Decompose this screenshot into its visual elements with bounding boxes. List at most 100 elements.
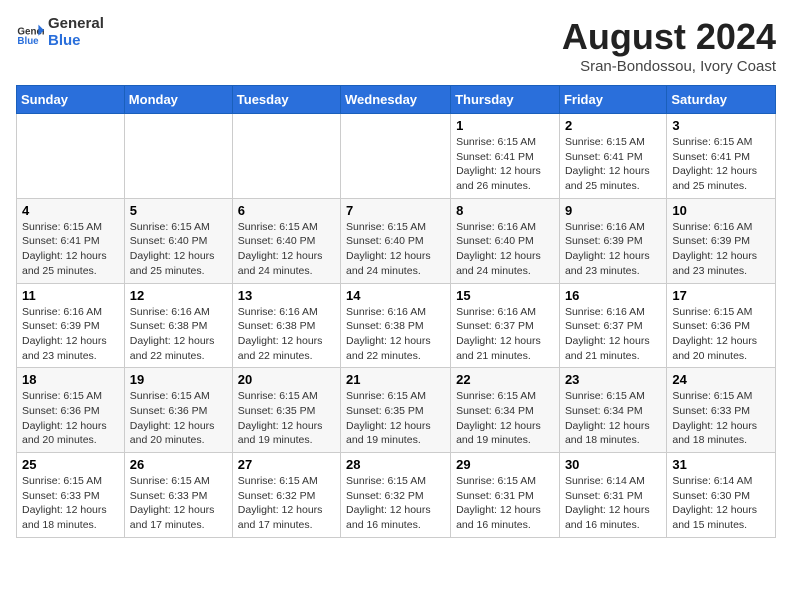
day-cell: 23 Sunrise: 6:15 AM Sunset: 6:34 PM Dayli…: [559, 368, 666, 453]
day-info: Sunrise: 6:15 AM Sunset: 6:36 PM Dayligh…: [22, 389, 119, 448]
header-row: SundayMondayTuesdayWednesdayThursdayFrid…: [17, 86, 776, 114]
day-number: 19: [130, 372, 227, 387]
logo: General Blue General Blue: [16, 16, 104, 49]
day-cell: 25 Sunrise: 6:15 AM Sunset: 6:33 PM Dayli…: [17, 453, 125, 538]
day-info: Sunrise: 6:15 AM Sunset: 6:33 PM Dayligh…: [22, 474, 119, 533]
day-cell: 2 Sunrise: 6:15 AM Sunset: 6:41 PM Daylig…: [559, 114, 666, 199]
day-number: 9: [565, 203, 661, 218]
day-info: Sunrise: 6:15 AM Sunset: 6:34 PM Dayligh…: [565, 389, 661, 448]
day-info: Sunrise: 6:16 AM Sunset: 6:40 PM Dayligh…: [456, 220, 554, 279]
logo-icon: General Blue: [16, 19, 44, 47]
day-info: Sunrise: 6:15 AM Sunset: 6:41 PM Dayligh…: [672, 135, 770, 194]
day-number: 6: [238, 203, 335, 218]
day-number: 29: [456, 457, 554, 472]
day-number: 20: [238, 372, 335, 387]
day-number: 22: [456, 372, 554, 387]
day-info: Sunrise: 6:15 AM Sunset: 6:35 PM Dayligh…: [346, 389, 445, 448]
day-number: 13: [238, 288, 335, 303]
day-cell: 5Sunrise: 6:15 AM Sunset: 6:40 PM Daylig…: [124, 198, 232, 283]
day-info: Sunrise: 6:16 AM Sunset: 6:38 PM Dayligh…: [346, 305, 445, 364]
day-cell: 6 Sunrise: 6:15 AM Sunset: 6:40 PM Daylig…: [232, 198, 340, 283]
logo-blue-text: Blue: [48, 33, 104, 50]
week-row-2: 11 Sunrise: 6:16 AM Sunset: 6:39 PM Dayli…: [17, 283, 776, 368]
day-cell: 4Sunrise: 6:15 AM Sunset: 6:41 PM Daylig…: [17, 198, 125, 283]
header-monday: Monday: [124, 86, 232, 114]
day-info: Sunrise: 6:15 AM Sunset: 6:36 PM Dayligh…: [672, 305, 770, 364]
header-sunday: Sunday: [17, 86, 125, 114]
day-cell: 15 Sunrise: 6:16 AM Sunset: 6:37 PM Dayli…: [451, 283, 560, 368]
header-friday: Friday: [559, 86, 666, 114]
day-number: 23: [565, 372, 661, 387]
day-cell: 22 Sunrise: 6:15 AM Sunset: 6:34 PM Dayli…: [451, 368, 560, 453]
day-info: Sunrise: 6:15 AM Sunset: 6:31 PM Dayligh…: [456, 474, 554, 533]
day-cell: 9 Sunrise: 6:16 AM Sunset: 6:39 PM Daylig…: [559, 198, 666, 283]
day-number: 2: [565, 118, 661, 133]
day-number: 10: [672, 203, 770, 218]
title-block: August 2024 Sran-Bondossou, Ivory Coast: [562, 16, 776, 75]
logo-general-text: General: [48, 16, 104, 33]
day-number: 3: [672, 118, 770, 133]
day-info: Sunrise: 6:15 AM Sunset: 6:41 PM Dayligh…: [565, 135, 661, 194]
header-wednesday: Wednesday: [341, 86, 451, 114]
day-info: Sunrise: 6:15 AM Sunset: 6:36 PM Dayligh…: [130, 389, 227, 448]
week-row-4: 25 Sunrise: 6:15 AM Sunset: 6:33 PM Dayli…: [17, 453, 776, 538]
day-info: Sunrise: 6:15 AM Sunset: 6:33 PM Dayligh…: [672, 389, 770, 448]
header-tuesday: Tuesday: [232, 86, 340, 114]
day-info: Sunrise: 6:16 AM Sunset: 6:37 PM Dayligh…: [456, 305, 554, 364]
day-cell: 11 Sunrise: 6:16 AM Sunset: 6:39 PM Dayli…: [17, 283, 125, 368]
day-number: 31: [672, 457, 770, 472]
day-number: 26: [130, 457, 227, 472]
day-info: Sunrise: 6:15 AM Sunset: 6:35 PM Dayligh…: [238, 389, 335, 448]
day-number: 7: [346, 203, 445, 218]
day-info: Sunrise: 6:16 AM Sunset: 6:39 PM Dayligh…: [565, 220, 661, 279]
day-number: 17: [672, 288, 770, 303]
day-number: 28: [346, 457, 445, 472]
day-cell: 10Sunrise: 6:16 AM Sunset: 6:39 PM Dayli…: [667, 198, 776, 283]
day-cell: 17 Sunrise: 6:15 AM Sunset: 6:36 PM Dayli…: [667, 283, 776, 368]
day-info: Sunrise: 6:15 AM Sunset: 6:40 PM Dayligh…: [130, 220, 227, 279]
day-cell: 24 Sunrise: 6:15 AM Sunset: 6:33 PM Dayli…: [667, 368, 776, 453]
day-cell: 12Sunrise: 6:16 AM Sunset: 6:38 PM Dayli…: [124, 283, 232, 368]
day-number: 30: [565, 457, 661, 472]
day-info: Sunrise: 6:15 AM Sunset: 6:32 PM Dayligh…: [238, 474, 335, 533]
day-cell: 1Sunrise: 6:15 AM Sunset: 6:41 PM Daylig…: [451, 114, 560, 199]
day-info: Sunrise: 6:16 AM Sunset: 6:39 PM Dayligh…: [22, 305, 119, 364]
location: Sran-Bondossou, Ivory Coast: [562, 58, 776, 75]
day-cell: [232, 114, 340, 199]
day-cell: [17, 114, 125, 199]
day-cell: [341, 114, 451, 199]
day-number: 24: [672, 372, 770, 387]
day-cell: 26 Sunrise: 6:15 AM Sunset: 6:33 PM Dayli…: [124, 453, 232, 538]
day-info: Sunrise: 6:15 AM Sunset: 6:33 PM Dayligh…: [130, 474, 227, 533]
day-number: 27: [238, 457, 335, 472]
day-info: Sunrise: 6:15 AM Sunset: 6:40 PM Dayligh…: [238, 220, 335, 279]
day-info: Sunrise: 6:15 AM Sunset: 6:41 PM Dayligh…: [456, 135, 554, 194]
calendar-table: SundayMondayTuesdayWednesdayThursdayFrid…: [16, 85, 776, 538]
month-year: August 2024: [562, 16, 776, 58]
day-cell: 13Sunrise: 6:16 AM Sunset: 6:38 PM Dayli…: [232, 283, 340, 368]
day-cell: 27 Sunrise: 6:15 AM Sunset: 6:32 PM Dayli…: [232, 453, 340, 538]
day-number: 25: [22, 457, 119, 472]
day-cell: 18Sunrise: 6:15 AM Sunset: 6:36 PM Dayli…: [17, 368, 125, 453]
day-info: Sunrise: 6:15 AM Sunset: 6:34 PM Dayligh…: [456, 389, 554, 448]
day-info: Sunrise: 6:15 AM Sunset: 6:41 PM Dayligh…: [22, 220, 119, 279]
week-row-1: 4Sunrise: 6:15 AM Sunset: 6:41 PM Daylig…: [17, 198, 776, 283]
day-cell: 14Sunrise: 6:16 AM Sunset: 6:38 PM Dayli…: [341, 283, 451, 368]
day-cell: 29 Sunrise: 6:15 AM Sunset: 6:31 PM Dayli…: [451, 453, 560, 538]
day-cell: 20 Sunrise: 6:15 AM Sunset: 6:35 PM Dayli…: [232, 368, 340, 453]
day-cell: 19 Sunrise: 6:15 AM Sunset: 6:36 PM Dayli…: [124, 368, 232, 453]
day-number: 12: [130, 288, 227, 303]
calendar-header: SundayMondayTuesdayWednesdayThursdayFrid…: [17, 86, 776, 114]
day-info: Sunrise: 6:16 AM Sunset: 6:37 PM Dayligh…: [565, 305, 661, 364]
day-cell: 8 Sunrise: 6:16 AM Sunset: 6:40 PM Daylig…: [451, 198, 560, 283]
day-number: 11: [22, 288, 119, 303]
day-cell: 31Sunrise: 6:14 AM Sunset: 6:30 PM Dayli…: [667, 453, 776, 538]
header: General Blue General Blue August 2024 Sr…: [16, 16, 776, 75]
day-info: Sunrise: 6:14 AM Sunset: 6:31 PM Dayligh…: [565, 474, 661, 533]
day-number: 8: [456, 203, 554, 218]
day-number: 15: [456, 288, 554, 303]
day-cell: [124, 114, 232, 199]
svg-text:Blue: Blue: [17, 36, 39, 47]
day-cell: 16Sunrise: 6:16 AM Sunset: 6:37 PM Dayli…: [559, 283, 666, 368]
day-cell: 21Sunrise: 6:15 AM Sunset: 6:35 PM Dayli…: [341, 368, 451, 453]
